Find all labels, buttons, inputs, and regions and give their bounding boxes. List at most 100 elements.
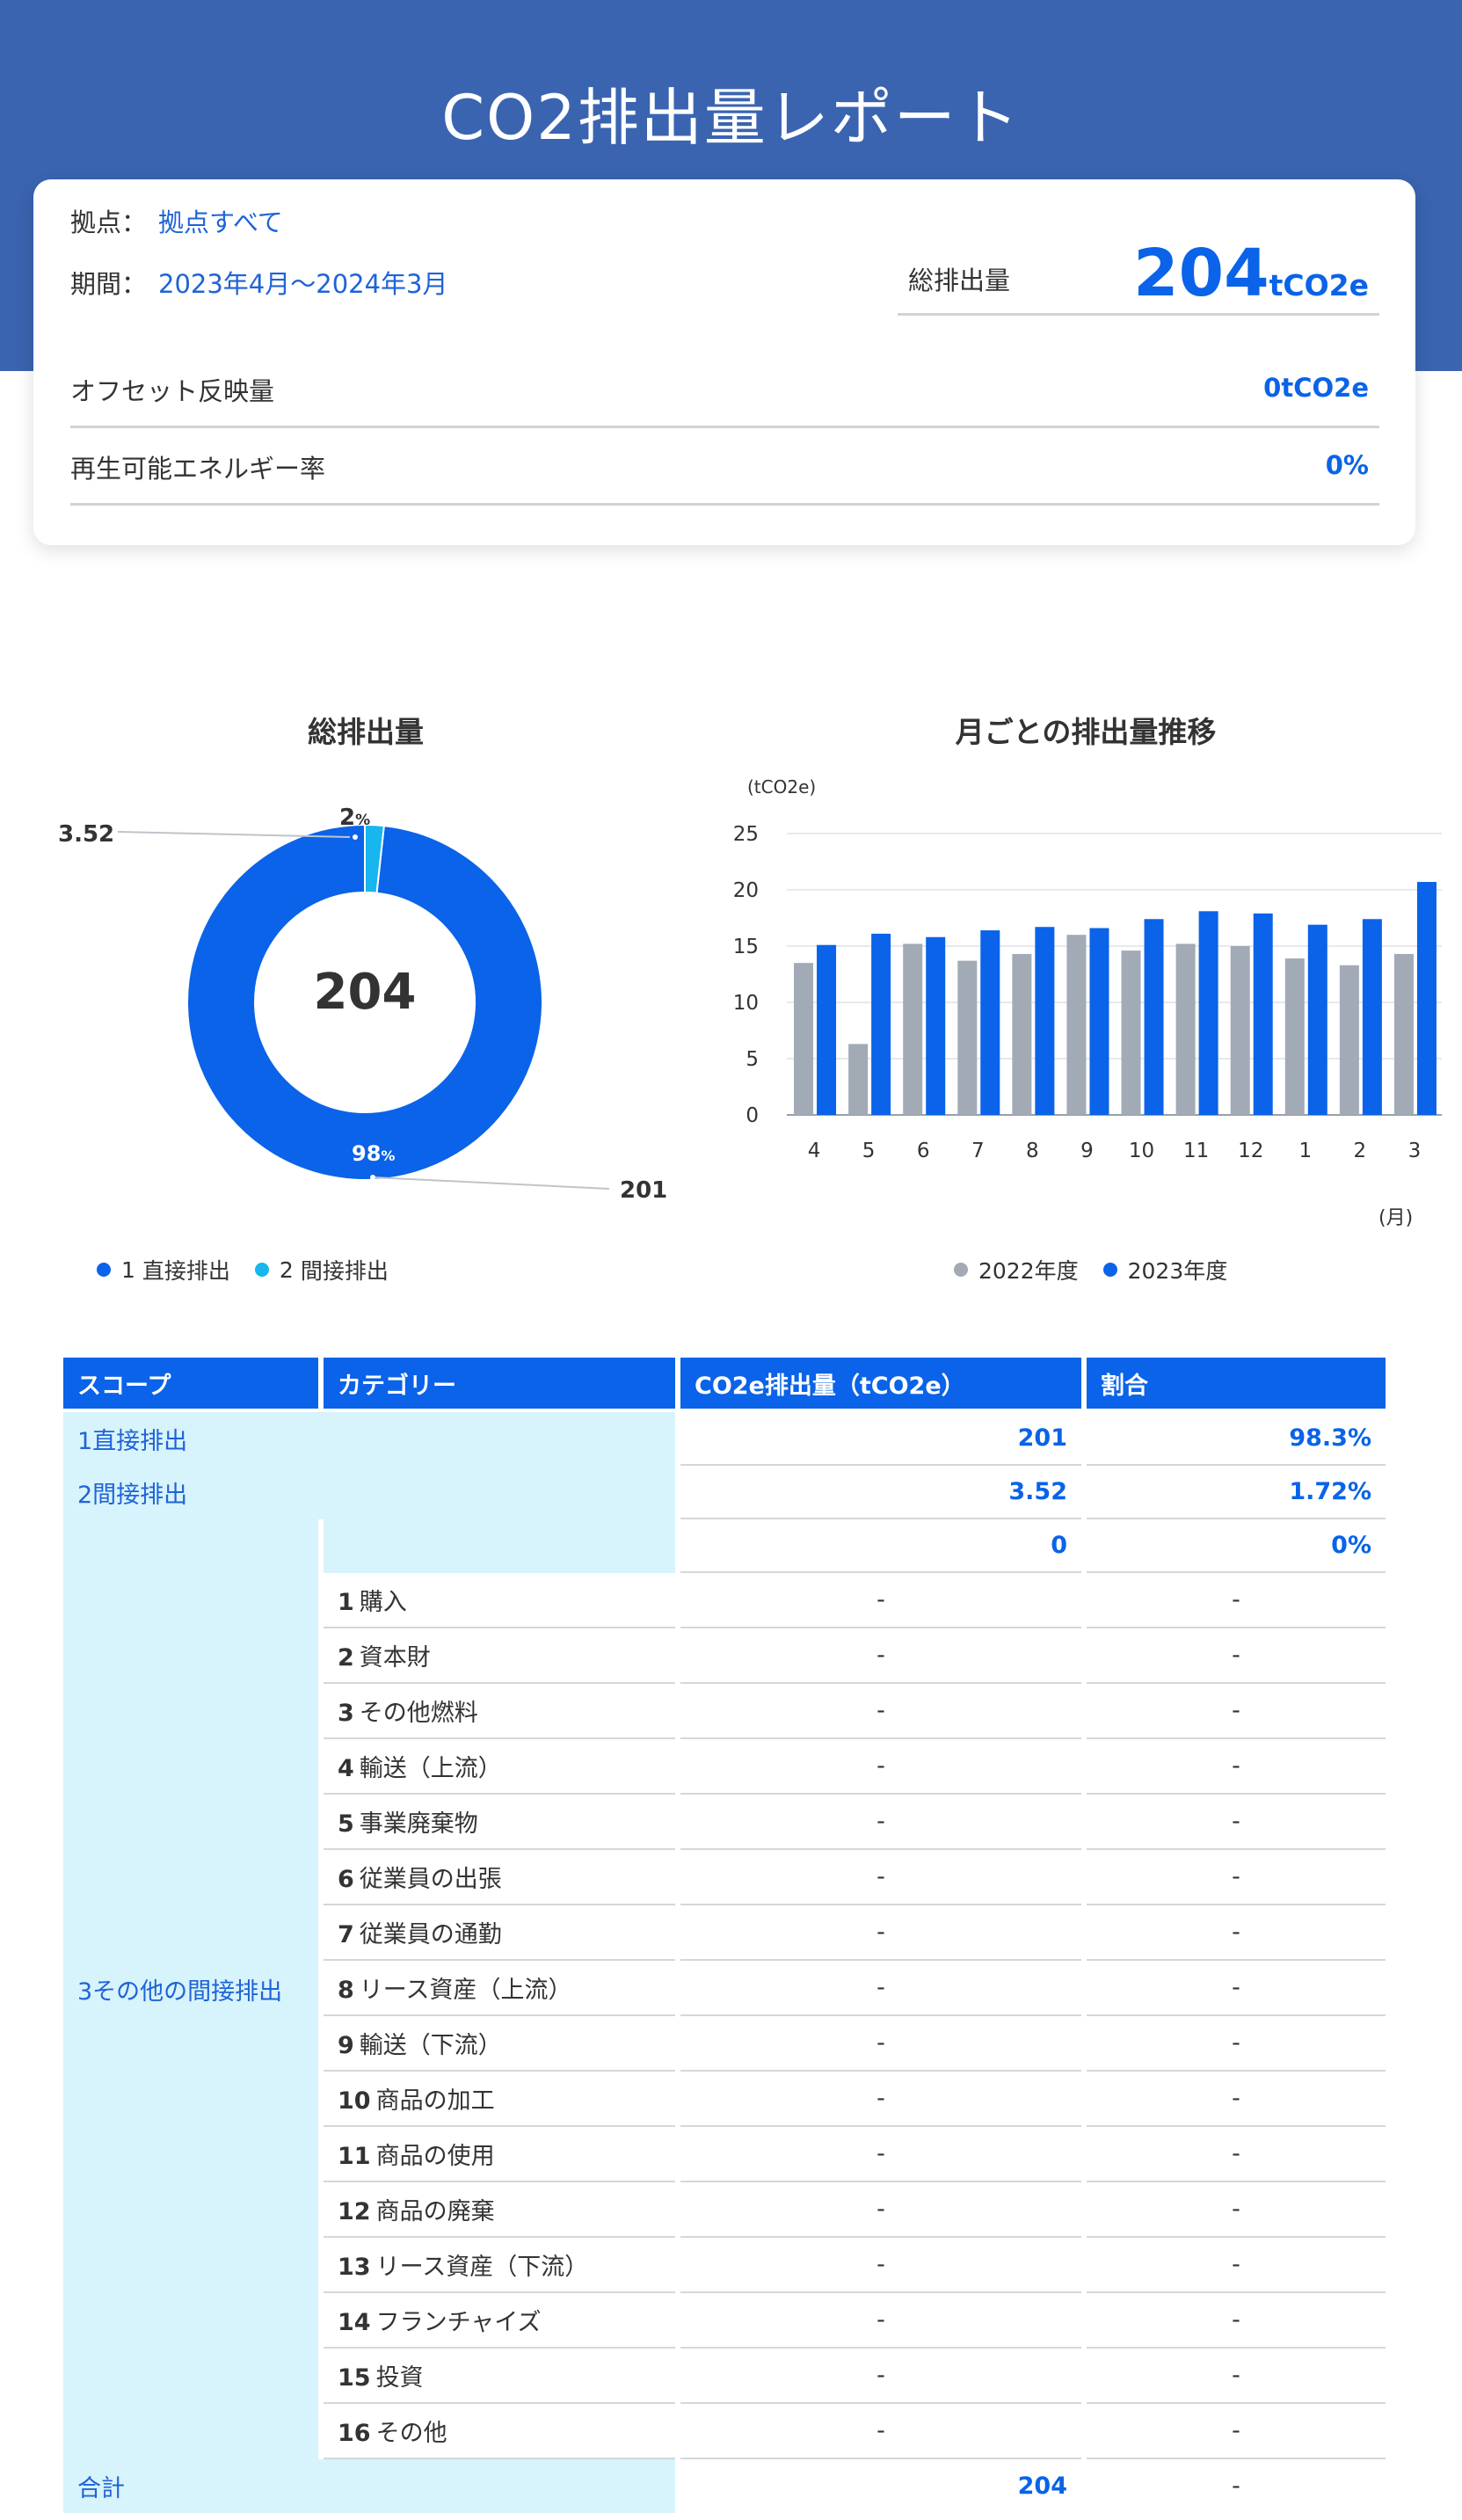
bar-chart-title: 月ごとの排出量推移 [955, 715, 1217, 749]
bar-2023 [1198, 911, 1218, 1115]
callout-value-large: 201 [620, 1177, 667, 1204]
category-cell: 16 その他 [324, 2404, 675, 2459]
total-emissions-label: 総排出量 [908, 266, 1011, 295]
period-label: 期間： [70, 269, 148, 299]
bar-2023 [926, 936, 946, 1115]
offset-label: オフセット反映量 [70, 376, 275, 406]
scope1-value: 201 [680, 1412, 1081, 1466]
y-unit-label: (tCO2e) [747, 776, 816, 798]
total-emissions-number: 204 [1133, 236, 1269, 311]
total-value: 204 [1017, 2473, 1067, 2500]
bar-2023 [871, 933, 891, 1115]
bar-2023 [1253, 913, 1273, 1115]
scope2-ratio: 1.72% [1087, 1466, 1386, 1519]
callout-dot-small [353, 834, 358, 840]
category-ratio: - [1087, 2349, 1386, 2404]
x-tick-label: 9 [1080, 1140, 1094, 1162]
scope2-value: 3.52 [680, 1466, 1081, 1519]
x-tick-label: 5 [862, 1140, 876, 1162]
category-name: 資本財 [359, 1644, 431, 1672]
category-number: 9 [338, 2032, 354, 2059]
header-emissions: CO2e排出量（tCO2e） [680, 1358, 1081, 1409]
table-row-total: 合計 204 - [63, 2459, 1386, 2513]
summary-card: 拠点： 拠点すべて 期間： 2023年4月〜2024年3月 総排出量 204tC… [33, 179, 1415, 545]
legend-2022-label: 2022年度 [978, 1258, 1079, 1284]
header-scope: スコープ [63, 1358, 318, 1409]
category-value: - [680, 2349, 1081, 2404]
category-value: - [680, 2182, 1081, 2238]
donut-chart-title: 総排出量 [308, 715, 424, 749]
category-cell: 2 資本財 [324, 1628, 675, 1684]
callout-dot-large [370, 1175, 375, 1180]
scope1-ratio: 98.3% [1087, 1412, 1386, 1466]
category-cell: 5 事業廃棄物 [324, 1795, 675, 1850]
category-number: 12 [338, 2198, 371, 2225]
category-name: リース資産（上流） [359, 1977, 572, 2004]
category-ratio: - [1087, 2404, 1386, 2459]
category-number: 7 [338, 1921, 354, 1948]
bar-2023 [980, 930, 1000, 1115]
category-cell: 12 商品の廃棄 [324, 2182, 675, 2238]
bar-2022 [794, 963, 814, 1115]
category-ratio: - [1087, 1905, 1386, 1961]
category-ratio: - [1087, 2182, 1386, 2238]
legend-dot-icon [1102, 1263, 1117, 1277]
category-cell: 11 商品の使用 [324, 2127, 675, 2182]
category-name: 従業員の出張 [359, 1866, 502, 1893]
category-ratio: - [1087, 1684, 1386, 1739]
category-value: - [680, 2293, 1081, 2349]
category-number: 1 [338, 1589, 354, 1616]
category-name: 商品の加工 [375, 2087, 495, 2115]
site-label: 拠点： [70, 208, 148, 237]
pct-large-sign: % [381, 1147, 395, 1164]
category-number: 2 [338, 1644, 354, 1672]
category-value: - [680, 2404, 1081, 2459]
scope3-ratio: 0% [1087, 1519, 1386, 1573]
category-ratio: - [1087, 1573, 1386, 1628]
monthly-bar-chart: (tCO2e) 0510152025 4 5 6 7 8 9 10 11 12 1 2 3 (月) [733, 776, 1442, 1229]
category-cell: 14 フランチャイズ [324, 2293, 675, 2349]
legend-scope2-num: 2 [279, 1256, 294, 1283]
table-header-row: スコープ カテゴリー CO2e排出量（tCO2e） 割合 [63, 1358, 1386, 1409]
category-ratio: - [1087, 2238, 1386, 2293]
total-emissions-value: 204tCO2e [1133, 236, 1369, 311]
renewable-row: 再生可能エネルギー率 0% [70, 427, 1379, 506]
period-value: 2023年4月〜2024年3月 [158, 269, 448, 299]
category-number: 3 [338, 1700, 354, 1727]
bar-2023 [817, 944, 837, 1115]
header-category: カテゴリー [324, 1358, 675, 1409]
category-name: 投資 [375, 2364, 424, 2392]
bar-legend: 2022年度 2023年度 [954, 1254, 1252, 1285]
bar-2022 [1175, 943, 1196, 1115]
category-name: その他燃料 [359, 1700, 478, 1727]
bar-2022 [1339, 965, 1359, 1115]
category-name: 従業員の通勤 [359, 1921, 502, 1948]
category-number: 16 [338, 2420, 371, 2447]
offset-row: オフセット反映量 0tCO2e [70, 350, 1379, 428]
x-tick-label: 3 [1408, 1140, 1422, 1162]
category-ratio: - [1087, 1628, 1386, 1684]
x-tick-label: 1 [1298, 1140, 1312, 1162]
category-number: 10 [338, 2087, 371, 2115]
category-number: 14 [338, 2309, 371, 2336]
category-name: 輸送（下流） [359, 2032, 502, 2059]
bar-2022 [1284, 958, 1305, 1115]
y-tick-label: 20 [733, 879, 759, 902]
category-name: フランチャイズ [375, 2309, 542, 2336]
x-tick-label: 8 [1026, 1140, 1039, 1162]
category-value: - [680, 2238, 1081, 2293]
category-value: - [680, 1905, 1081, 1961]
bar-2022 [1230, 946, 1250, 1115]
category-name: 輸送（上流） [359, 1755, 502, 1782]
legend-dot-icon [97, 1263, 111, 1277]
legend-dot-icon [954, 1263, 968, 1277]
category-cell: 4 輸送（上流） [324, 1739, 675, 1795]
y-tick-label: 15 [733, 936, 759, 958]
legend-item-2023: 2023年度 [1102, 1254, 1227, 1285]
category-number: 15 [338, 2364, 371, 2392]
legend-scope1-label: 直接排出 [142, 1258, 230, 1284]
scope1-label: 1直接排出 [63, 1412, 675, 1466]
category-cell: 13 リース資産（下流） [324, 2238, 675, 2293]
category-value: - [680, 1573, 1081, 1628]
category-number: 4 [338, 1755, 354, 1782]
